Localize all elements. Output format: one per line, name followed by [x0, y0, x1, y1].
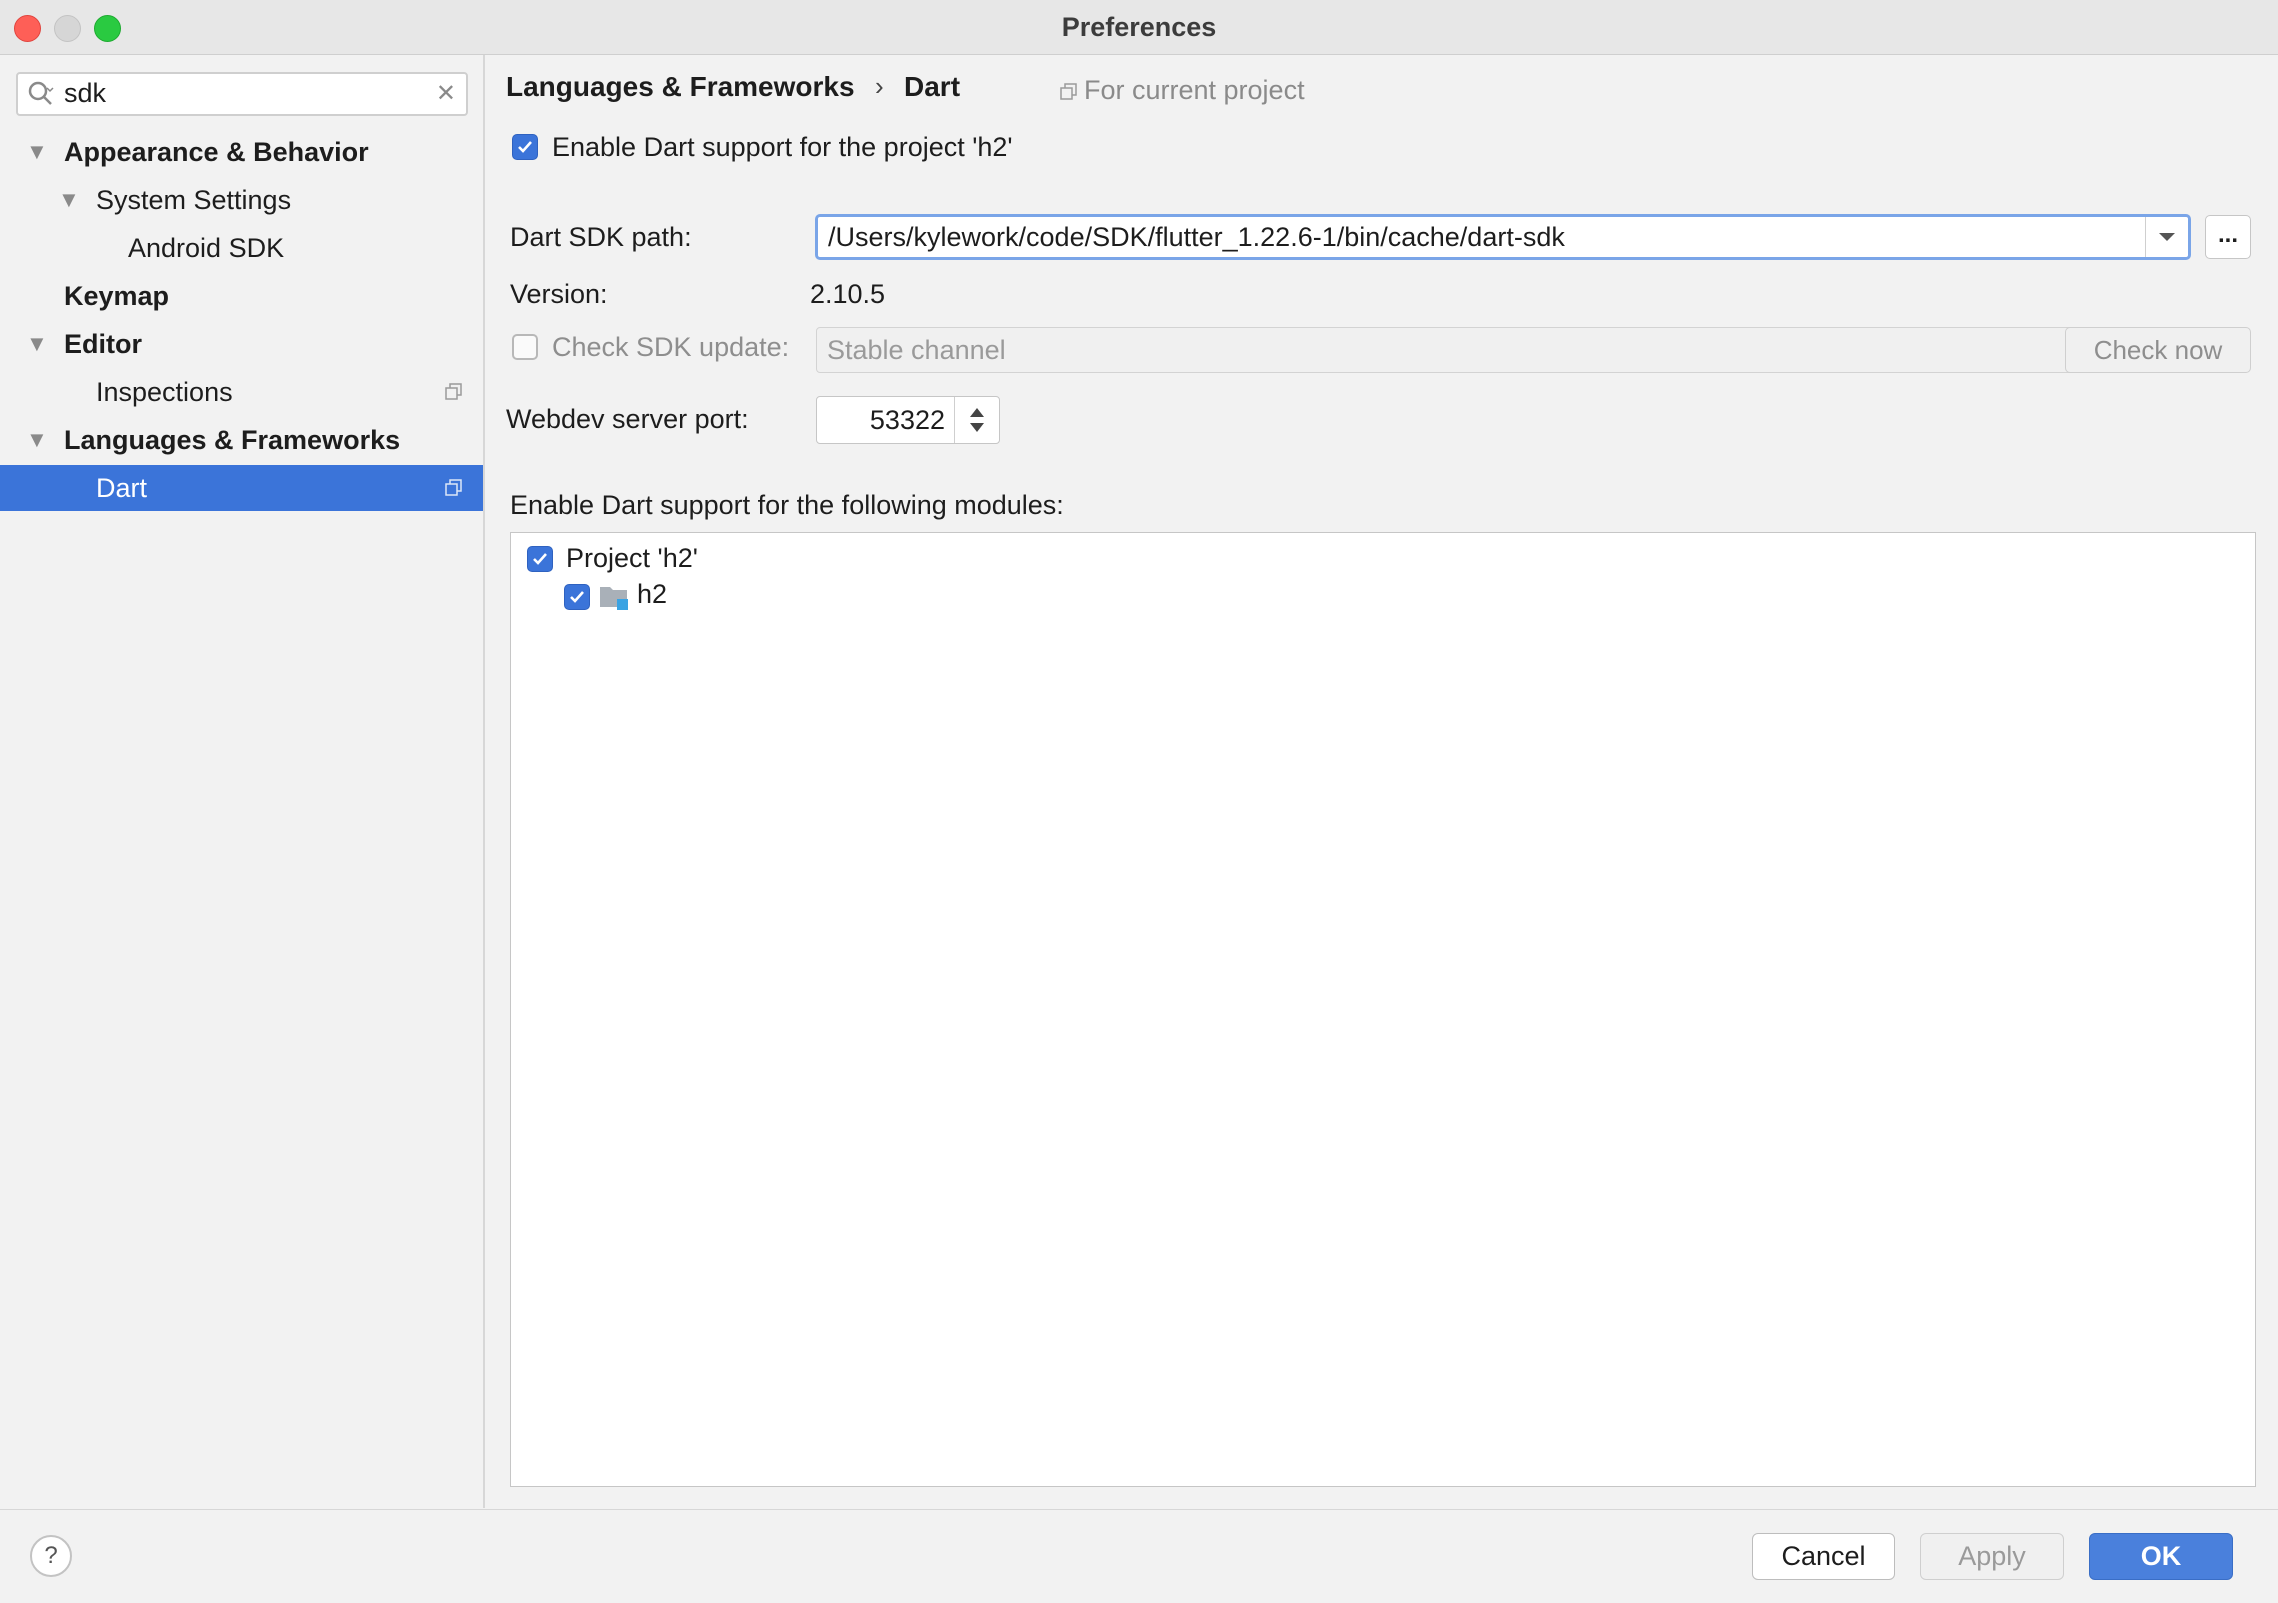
help-button[interactable]: ?: [30, 1535, 72, 1577]
search-input[interactable]: sdk: [64, 78, 106, 109]
project-scope-icon: [445, 383, 462, 400]
check-now-button[interactable]: Check now: [2065, 327, 2251, 373]
scope-label: For current project: [1084, 75, 1305, 105]
dart-settings-panel: Languages & Frameworks › Dart For curren…: [485, 55, 2278, 1508]
apply-button[interactable]: Apply: [1920, 1533, 2064, 1580]
port-stepper-buttons[interactable]: [954, 397, 999, 443]
checkmark-icon: [570, 591, 584, 603]
search-icon: [28, 81, 54, 105]
title-bar: Preferences: [0, 0, 2278, 55]
enable-dart-label[interactable]: Enable Dart support for the project 'h2': [552, 132, 1013, 163]
modules-tree[interactable]: Project 'h2' h2: [510, 532, 2256, 1487]
sidebar-item-android-sdk[interactable]: Android SDK: [0, 225, 483, 271]
update-channel-value: Stable channel: [827, 335, 1006, 365]
sidebar-item-languages-frameworks[interactable]: ▼ Languages & Frameworks: [0, 417, 483, 463]
sidebar-item-keymap[interactable]: Keymap: [0, 273, 483, 319]
sdk-path-input[interactable]: /Users/kylework/code/SDK/flutter_1.22.6-…: [828, 222, 1565, 253]
sidebar-item-label: Inspections: [96, 377, 233, 407]
check-sdk-update-label[interactable]: Check SDK update:: [552, 332, 789, 363]
window-title: Preferences: [1061, 12, 1217, 42]
expand-triangle-icon[interactable]: ▼: [26, 129, 48, 175]
breadcrumb-current: Dart: [904, 71, 961, 102]
webdev-port-spinner[interactable]: 53322: [816, 396, 1000, 444]
update-channel-select[interactable]: Stable channel: [816, 327, 2180, 373]
preferences-window: Preferences sdk ✕ ▼ Appearance & Behavio…: [0, 0, 2278, 1603]
breadcrumb-separator: ›: [875, 71, 884, 101]
sidebar-item-dart[interactable]: Dart: [0, 465, 483, 511]
version-value: 2.10.5: [810, 279, 886, 309]
enable-dart-checkbox[interactable]: [512, 134, 538, 160]
settings-sidebar: sdk ✕ ▼ Appearance & Behavior ▼ System S…: [0, 55, 485, 1508]
ok-button[interactable]: OK: [2089, 1533, 2233, 1580]
sidebar-item-label: Keymap: [64, 281, 170, 311]
sidebar-item-label: Dart: [96, 473, 148, 503]
check-sdk-update-checkbox[interactable]: [512, 334, 538, 360]
module-folder-icon: [600, 587, 628, 610]
project-scope-icon: [1060, 83, 1077, 100]
sidebar-item-inspections[interactable]: Inspections: [0, 369, 483, 415]
sdk-path-label: Dart SDK path:: [510, 222, 692, 252]
expand-triangle-icon[interactable]: ▼: [58, 177, 80, 223]
sidebar-item-label: Appearance & Behavior: [64, 137, 369, 167]
breadcrumb-parent[interactable]: Languages & Frameworks: [506, 71, 855, 103]
stepper-up-icon[interactable]: [968, 406, 986, 418]
sidebar-item-label: Languages & Frameworks: [64, 425, 401, 455]
webdev-port-label: Webdev server port:: [506, 404, 749, 434]
sidebar-item-label: Editor: [64, 329, 142, 359]
dialog-button-bar: ? Cancel Apply OK: [0, 1509, 2278, 1603]
sidebar-item-system-settings[interactable]: ▼ System Settings: [0, 177, 483, 223]
sdk-path-dropdown-button[interactable]: [2145, 217, 2188, 257]
clear-search-icon[interactable]: ✕: [436, 79, 456, 108]
expand-triangle-icon[interactable]: ▼: [26, 417, 48, 463]
sidebar-item-label: System Settings: [96, 185, 292, 215]
project-scope-icon: [445, 479, 462, 496]
stepper-down-icon[interactable]: [968, 422, 986, 434]
cancel-button[interactable]: Cancel: [1752, 1533, 1895, 1580]
version-label: Version:: [510, 279, 608, 309]
module-checkbox-h2[interactable]: [564, 584, 590, 610]
checkmark-icon: [518, 141, 532, 153]
sidebar-item-appearance-behavior[interactable]: ▼ Appearance & Behavior: [0, 129, 483, 175]
sidebar-item-label: Android SDK: [128, 233, 285, 263]
modules-label: Enable Dart support for the following mo…: [510, 490, 1064, 520]
webdev-port-input[interactable]: 53322: [870, 405, 945, 436]
sdk-path-combobox[interactable]: /Users/kylework/code/SDK/flutter_1.22.6-…: [815, 214, 2191, 260]
module-label-project[interactable]: Project 'h2': [566, 543, 698, 574]
chevron-down-icon: [2159, 233, 2175, 241]
module-checkbox-project-h2[interactable]: [527, 546, 553, 572]
browse-sdk-button[interactable]: ...: [2205, 215, 2251, 259]
settings-search-field[interactable]: sdk ✕: [16, 72, 468, 116]
module-label-h2[interactable]: h2: [637, 579, 667, 610]
checkmark-icon: [533, 553, 547, 565]
expand-triangle-icon[interactable]: ▼: [26, 321, 48, 367]
scope-indicator: For current project: [1060, 75, 1305, 106]
sidebar-item-editor[interactable]: ▼ Editor: [0, 321, 483, 367]
